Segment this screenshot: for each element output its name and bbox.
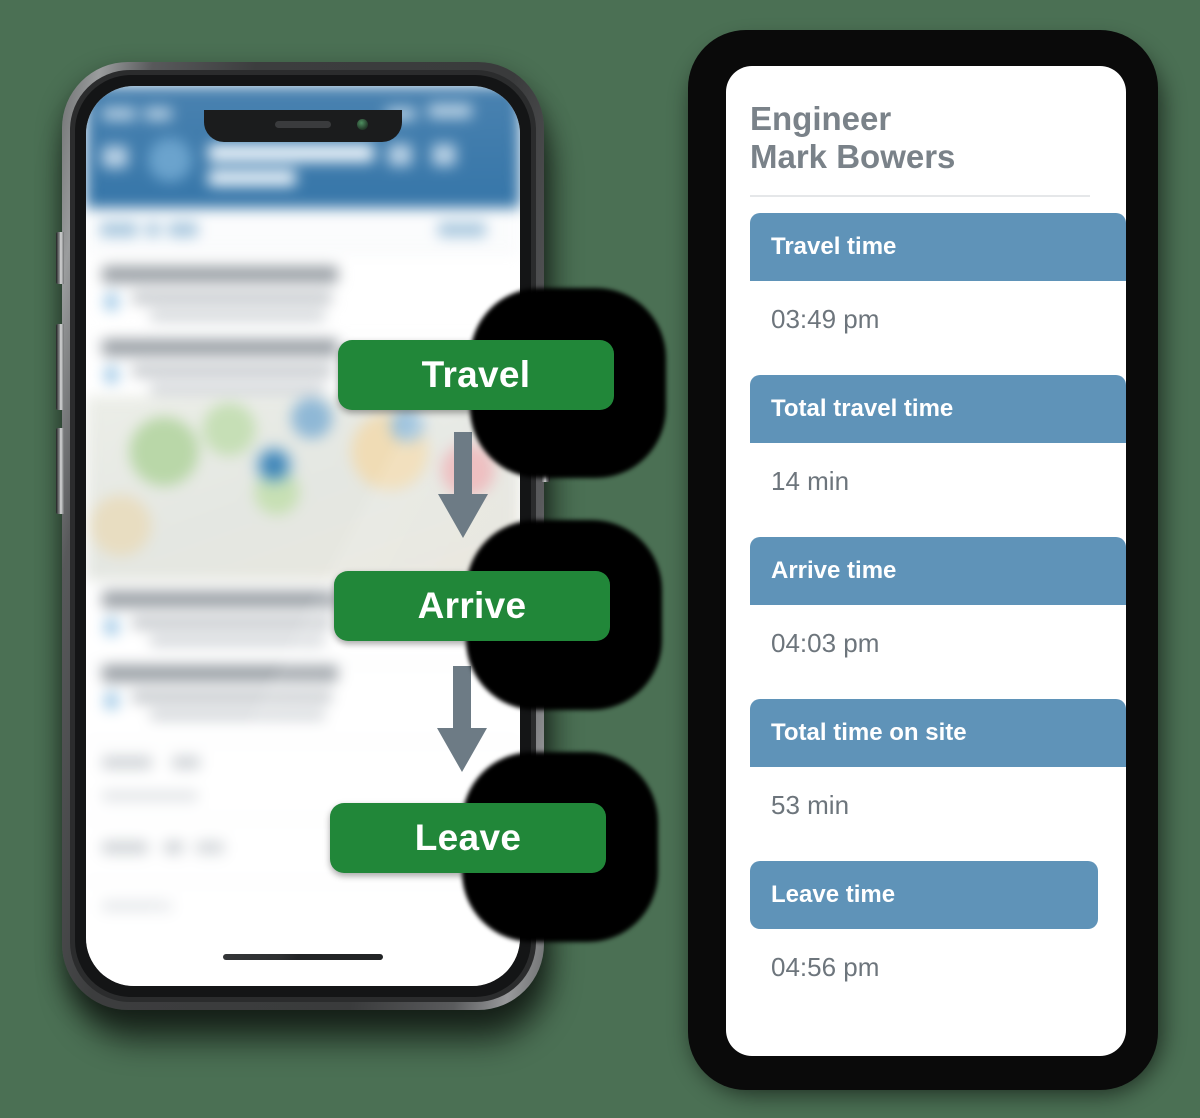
list-item <box>102 665 402 720</box>
volume-down-button[interactable] <box>56 428 64 514</box>
title-divider <box>750 194 1090 197</box>
row-label-leave-time: Leave time <box>750 860 1098 929</box>
app-lower-list <box>86 581 520 986</box>
app-header-bar <box>86 86 520 208</box>
card-content: Engineer Mark Bowers Travel time 03:49 pm… <box>726 66 1126 1056</box>
speaker-slot-icon <box>275 121 331 128</box>
map-location-pin-icon <box>261 452 287 478</box>
row-value-total-time-on-site: 53 min <box>771 790 850 821</box>
row-label-arrive-time: Arrive time <box>750 536 1126 605</box>
engineer-detail-card: Engineer Mark Bowers Travel time 03:49 pm… <box>678 22 1178 1100</box>
front-camera-icon <box>357 119 368 130</box>
volume-up-button[interactable] <box>56 324 64 410</box>
row-value-total-travel-time: 14 min <box>771 466 850 497</box>
row-label-total-travel-time: Total travel time <box>750 374 1126 443</box>
screenshot-root: Travel Arrive Leave Engineer Mark Bowers … <box>0 0 1200 1118</box>
mute-switch-button[interactable] <box>56 232 64 284</box>
row-label-travel-time: Travel time <box>750 212 1126 281</box>
travel-step-badge[interactable]: Travel <box>338 340 614 410</box>
phone-notch <box>204 110 402 142</box>
row-value-leave-time: 04:56 pm <box>771 952 880 983</box>
page-title-line-2: Mark Bowers <box>750 138 956 176</box>
row-label-total-time-on-site: Total time on site <box>750 698 1126 767</box>
arrive-step-badge[interactable]: Arrive <box>334 571 610 641</box>
home-indicator-bar[interactable] <box>223 954 383 960</box>
app-toolbar <box>86 208 520 252</box>
row-value-travel-time: 03:49 pm <box>771 304 880 335</box>
leave-step-badge[interactable]: Leave <box>330 803 606 873</box>
page-title: Engineer Mark Bowers <box>750 100 1126 177</box>
row-value-arrive-time: 04:03 pm <box>771 628 880 659</box>
page-title-line-1: Engineer <box>750 100 892 137</box>
list-item <box>102 266 402 321</box>
